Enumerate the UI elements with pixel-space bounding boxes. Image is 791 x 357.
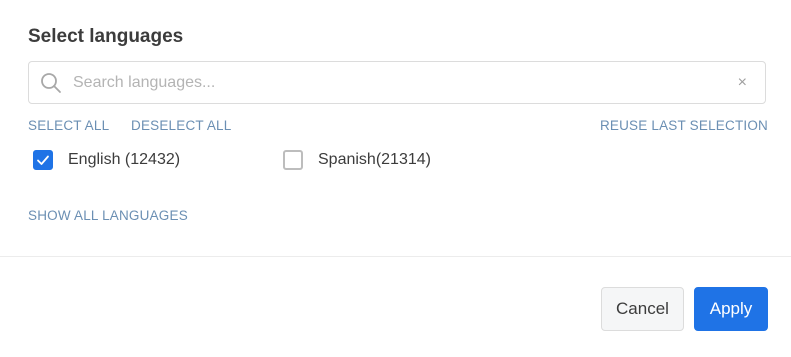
language-option-spanish[interactable]: Spanish(21314) (283, 150, 431, 170)
select-languages-dialog: Select languages × SELECT ALL DESELECT A… (0, 0, 791, 357)
footer-divider (0, 256, 791, 257)
checkmark-icon (37, 155, 49, 165)
english-checkbox[interactable] (33, 150, 53, 170)
language-option-english[interactable]: English (12432) (33, 150, 180, 170)
search-input[interactable] (73, 62, 713, 103)
spanish-label: Spanish(21314) (318, 151, 431, 168)
search-box[interactable]: × (28, 61, 766, 104)
reuse-last-selection-link[interactable]: REUSE LAST SELECTION (600, 118, 768, 133)
spanish-checkbox[interactable] (283, 150, 303, 170)
deselect-all-link[interactable]: DESELECT ALL (131, 118, 231, 133)
english-label: English (12432) (68, 151, 181, 168)
cancel-button[interactable]: Cancel (601, 287, 684, 331)
close-icon[interactable]: × (738, 73, 747, 93)
show-all-languages-link[interactable]: SHOW ALL LANGUAGES (28, 208, 188, 223)
search-icon (40, 72, 62, 94)
dialog-title: Select languages (28, 26, 184, 47)
select-all-link[interactable]: SELECT ALL (28, 118, 109, 133)
apply-button[interactable]: Apply (694, 287, 768, 331)
